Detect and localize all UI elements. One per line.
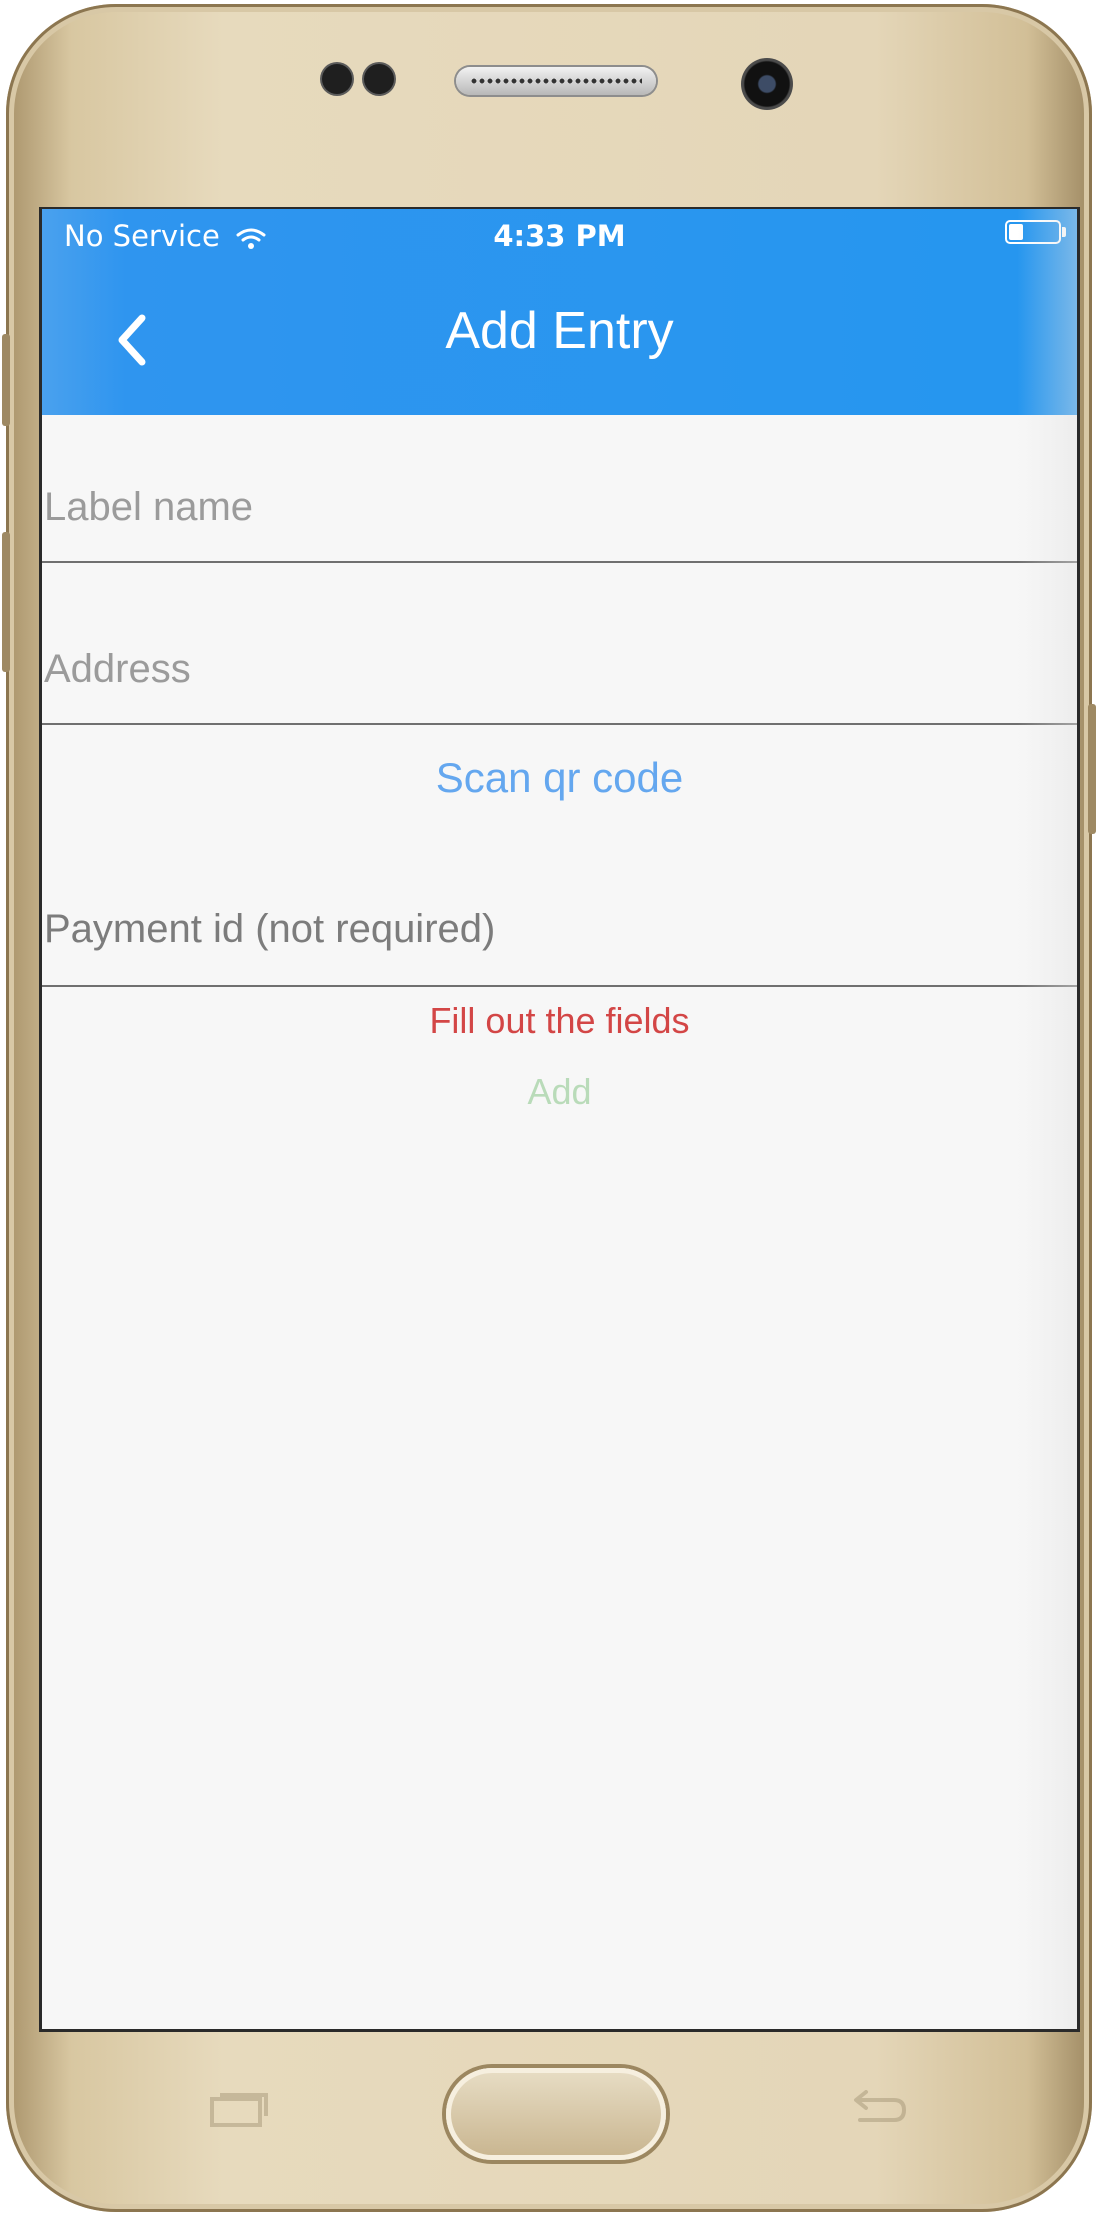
phone-frame: No Service 4:33 PM Add Entry Label name … bbox=[2, 4, 1096, 2212]
earpiece-speaker bbox=[456, 67, 656, 95]
label-name-field bbox=[42, 485, 1077, 563]
page-title: Add Entry bbox=[445, 302, 674, 360]
battery-icon bbox=[1005, 220, 1066, 244]
screen-glare bbox=[1017, 209, 1077, 2029]
address-input[interactable] bbox=[42, 647, 1077, 692]
back-key-icon bbox=[848, 2088, 912, 2130]
payment-id-field bbox=[42, 907, 1077, 987]
home-button[interactable] bbox=[446, 2068, 666, 2160]
recent-apps-icon bbox=[206, 2088, 270, 2130]
validation-message: Fill out the fields bbox=[429, 1000, 690, 1041]
right-power-button bbox=[1088, 704, 1096, 834]
scan-qr-code-button[interactable]: Scan qr code bbox=[42, 754, 1077, 802]
label-name-input[interactable] bbox=[42, 485, 1077, 530]
payment-id-input[interactable] bbox=[42, 907, 1077, 952]
left-volume-button bbox=[2, 334, 10, 426]
left-volume-button-lower bbox=[2, 532, 10, 672]
app-screen: No Service 4:33 PM Add Entry Label name … bbox=[39, 207, 1080, 2032]
status-time: 4:33 PM bbox=[493, 219, 626, 253]
address-field bbox=[42, 647, 1077, 725]
front-camera bbox=[741, 58, 793, 110]
front-sensor-right bbox=[364, 64, 394, 94]
app-header: No Service 4:33 PM Add Entry bbox=[42, 209, 1077, 415]
front-sensor-left bbox=[322, 64, 352, 94]
status-bar: No Service 4:33 PM bbox=[42, 209, 1077, 261]
add-button[interactable]: Add bbox=[42, 1071, 1077, 1113]
